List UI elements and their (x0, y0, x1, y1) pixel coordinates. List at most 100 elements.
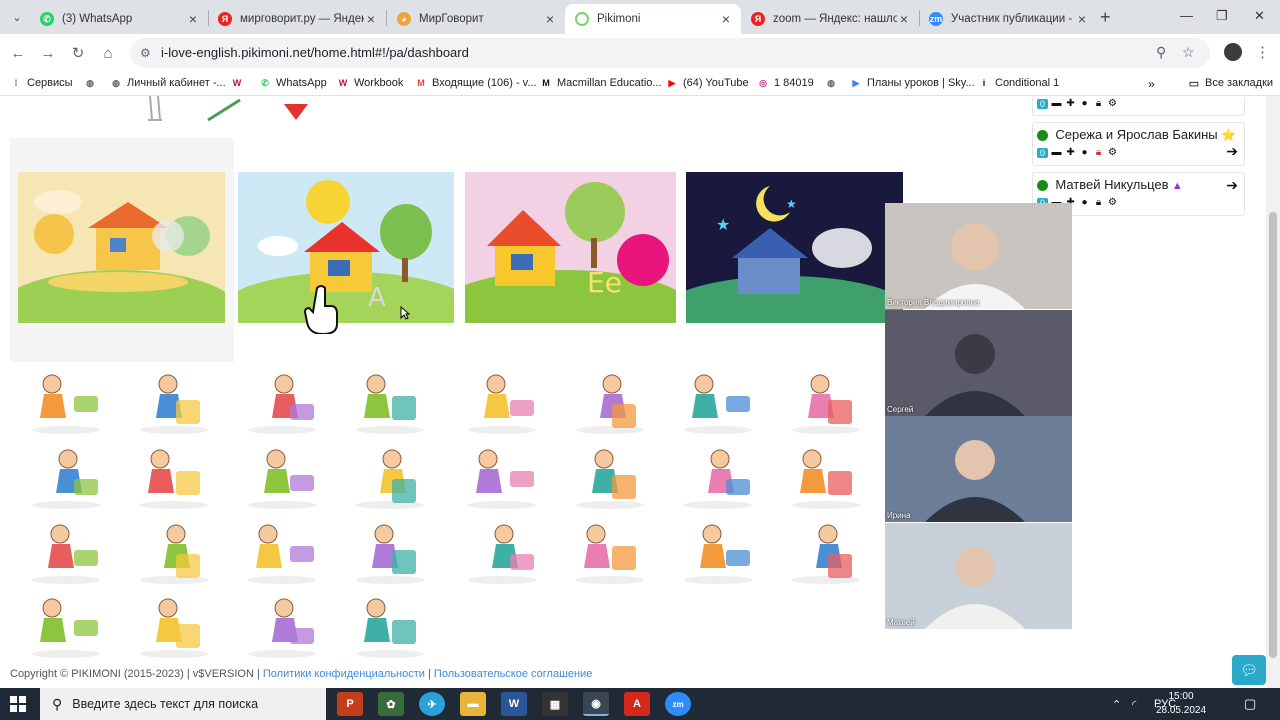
bookmark-item[interactable]: ◍ Личный кабинет -... (110, 77, 226, 89)
bookmark-item[interactable]: ✆ WhatsApp (259, 77, 327, 89)
chat-icon[interactable]: ● (1079, 98, 1090, 109)
windows-start-icon[interactable] (10, 696, 26, 712)
scene-house-night[interactable]: ★ ★ (686, 172, 903, 323)
vocabulary-card[interactable] (674, 441, 762, 511)
vocabulary-card[interactable] (346, 366, 434, 436)
vocabulary-card[interactable] (782, 516, 870, 586)
tray-chevron-icon[interactable]: ⌃ (1112, 688, 1121, 720)
bookmark-item[interactable]: ⁞ Сервисы (10, 77, 73, 89)
vocabulary-card[interactable] (782, 441, 870, 511)
more-bookmarks-icon[interactable]: » (1148, 77, 1155, 91)
telegram-icon[interactable]: ✈ (419, 692, 445, 716)
bookmark-item[interactable]: M Входящие (106) - v... (415, 77, 536, 89)
vocabulary-card[interactable] (674, 516, 762, 586)
scene-house-day-2[interactable]: A (238, 172, 454, 323)
arrow-right-icon[interactable]: ➔ (1226, 143, 1238, 160)
vocabulary-card[interactable] (130, 516, 218, 586)
close-window-icon[interactable]: ✕ (1254, 8, 1265, 24)
bookmark-star-icon[interactable]: ☆ (1182, 44, 1195, 61)
vocabulary-card[interactable] (238, 590, 326, 660)
acrobat-icon[interactable]: A (624, 692, 650, 716)
address-bar[interactable]: ⚙ i-love-english.pikimoni.net/home.html#… (130, 38, 1210, 68)
vocabulary-card[interactable] (238, 441, 326, 511)
browser-tab[interactable]: ✆ (3) WhatsApp × (30, 4, 208, 34)
lock-icon[interactable]: 🔒︎ (1093, 98, 1104, 109)
minimize-icon[interactable]: — (1180, 8, 1193, 23)
partial-card-heart[interactable] (280, 96, 312, 124)
close-tab-icon[interactable]: × (543, 11, 557, 27)
partial-card-pencil[interactable] (206, 96, 246, 124)
vocabulary-card[interactable] (458, 366, 546, 436)
zoom-participant-video[interactable]: Сергей (885, 310, 1072, 416)
chat-icon[interactable]: ● (1079, 147, 1090, 158)
chrome-icon[interactable]: ◉ (583, 692, 609, 716)
forward-icon[interactable]: → (38, 43, 58, 63)
privacy-link[interactable]: Политики конфиденциальности (263, 668, 425, 680)
notifications-icon[interactable]: ▢ (1244, 688, 1256, 720)
network-icon[interactable]: ◜ (1132, 688, 1136, 720)
system-clock[interactable]: 15:00 28.05.2024 (1148, 690, 1214, 718)
all-bookmarks-folder[interactable]: ▭ Все закладки (1188, 77, 1273, 90)
vocabulary-card[interactable] (566, 516, 654, 586)
page-scrollbar[interactable] (1266, 96, 1280, 688)
reload-icon[interactable]: ↻ (68, 43, 88, 63)
close-tab-icon[interactable]: × (719, 11, 733, 27)
vocabulary-card[interactable] (566, 366, 654, 436)
vocabulary-card[interactable] (346, 590, 434, 660)
bookmark-item[interactable]: ◍ (825, 77, 842, 89)
agreement-link[interactable]: Пользовательское соглашение (434, 668, 592, 680)
vocabulary-card[interactable] (238, 366, 326, 436)
vocabulary-card[interactable] (346, 441, 434, 511)
close-tab-icon[interactable]: × (186, 11, 200, 27)
back-icon[interactable]: ← (8, 43, 28, 63)
plus-icon[interactable]: ✚ (1065, 147, 1076, 158)
browser-tab[interactable]: ◕ МирГоворит × (387, 4, 565, 34)
vocabulary-card[interactable] (674, 366, 762, 436)
bookmark-item[interactable]: ◍ (84, 77, 101, 89)
vocabulary-card[interactable] (238, 516, 326, 586)
lock-icon[interactable]: 🔒︎ (1093, 147, 1104, 158)
zoom-participant-video[interactable]: Виктория Владимировна (885, 203, 1072, 309)
chat-icon[interactable]: ● (1079, 197, 1090, 208)
scrollbar-thumb[interactable] (1269, 212, 1277, 658)
vocabulary-card[interactable] (22, 590, 110, 660)
vocabulary-card[interactable] (458, 441, 546, 511)
vocabulary-card[interactable] (346, 516, 434, 586)
bookmark-item[interactable]: M Macmillan Educatio... (540, 77, 661, 89)
plus-icon[interactable]: ✚ (1065, 98, 1076, 109)
vocabulary-card[interactable] (22, 516, 110, 586)
calendar-app-icon[interactable]: ▦ (542, 692, 568, 716)
scene-house-day-1[interactable] (18, 172, 225, 323)
bookmark-item[interactable]: ◎ 1 84019 (757, 77, 814, 89)
vocabulary-card[interactable] (22, 441, 110, 511)
vocabulary-card[interactable] (458, 516, 546, 586)
partial-card-figure[interactable] (140, 96, 180, 124)
bookmark-item[interactable]: ▶ (64) YouTube (666, 77, 749, 89)
scene-house-day-3[interactable]: Ee (465, 172, 676, 323)
bookmark-item[interactable]: ▶ Планы уроков | Sky... (850, 77, 975, 89)
browser-tab[interactable]: zm Участник публикации - Z × (919, 4, 1097, 34)
browser-tab[interactable]: Ямирговорит.ру — Яндекс × (208, 4, 386, 34)
new-tab-icon[interactable]: + (1100, 7, 1111, 28)
minus-icon[interactable]: ▬ (1051, 147, 1062, 158)
url-text[interactable]: i-love-english.pikimoni.net/home.html#!/… (161, 45, 469, 60)
zoom-icon[interactable]: ⚲ (1156, 44, 1166, 61)
chrome-menu-icon[interactable]: ⋮ (1255, 43, 1270, 61)
bookmark-item[interactable]: W (231, 77, 248, 89)
powerpoint-icon[interactable]: P (337, 692, 363, 716)
profile-avatar[interactable] (1224, 43, 1242, 61)
chat-button[interactable]: 💬︎ (1232, 655, 1266, 685)
minus-icon[interactable]: ▬ (1051, 98, 1062, 109)
vocabulary-card[interactable] (22, 366, 110, 436)
close-tab-icon[interactable]: × (364, 11, 378, 27)
vocabulary-card[interactable] (130, 590, 218, 660)
file-explorer-icon[interactable]: ▬ (460, 692, 486, 716)
browser-tab[interactable]: Яzoom — Яндекс: нашлось× (741, 4, 919, 34)
gear-icon[interactable]: ⚙ (1107, 147, 1118, 158)
vocabulary-card[interactable] (566, 441, 654, 511)
gear-icon[interactable]: ⚙ (1107, 98, 1118, 109)
vocabulary-card[interactable] (782, 366, 870, 436)
bookmark-item[interactable]: i Conditional 1 (978, 77, 1059, 89)
vocabulary-card[interactable] (130, 441, 218, 511)
arrow-right-icon[interactable]: ➔ (1226, 177, 1238, 194)
